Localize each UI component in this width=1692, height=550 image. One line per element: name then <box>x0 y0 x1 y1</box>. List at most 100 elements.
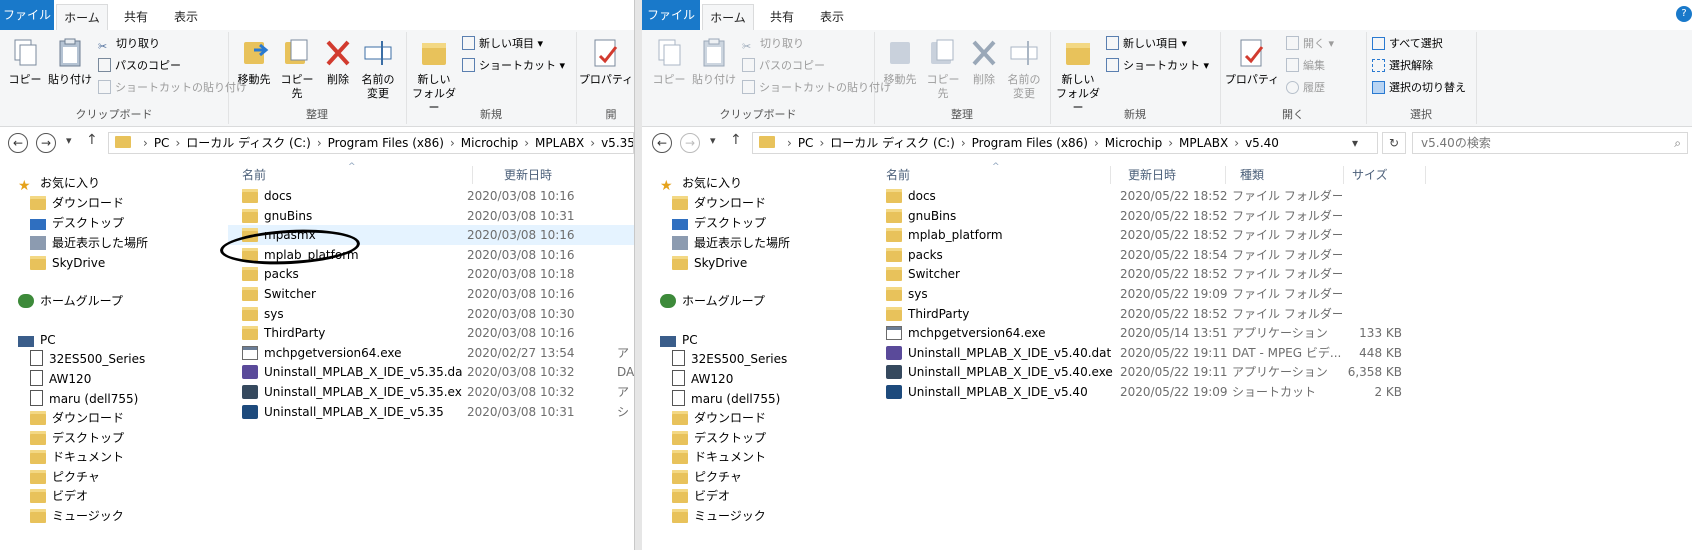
paste-button[interactable]: 貼り付け <box>46 36 94 87</box>
nav-downloads[interactable]: ダウンロード <box>672 193 766 213</box>
file-row[interactable]: Uninstall_MPLAB_X_IDE_v5.40.dat 2020/05/2… <box>870 343 1430 363</box>
nav-music[interactable]: ミュージック <box>30 506 124 526</box>
copy-button[interactable]: コピー <box>4 36 46 87</box>
paste-shortcut-button[interactable]: ショートカットの貼り付け <box>742 78 891 98</box>
nav-desktop[interactable]: デスクトップ <box>30 213 124 233</box>
column-name[interactable]: 名前 <box>886 164 910 186</box>
nav-desktop[interactable]: デスクトップ <box>672 213 766 233</box>
column-separator[interactable] <box>1425 166 1426 184</box>
file-row[interactable]: Switcher 2020/05/22 18:52 ファイル フォルダー <box>870 264 1430 284</box>
file-row[interactable]: gnuBins 2020/03/08 10:31 <box>228 206 634 226</box>
delete-button[interactable]: 削除 <box>320 36 356 87</box>
file-row[interactable]: mchpgetversion64.exe 2020/02/27 13:54 ア <box>228 343 634 363</box>
nav-skydrive[interactable]: SkyDrive <box>30 253 105 273</box>
column-type[interactable]: 種類 <box>1240 164 1264 186</box>
back-button[interactable]: ← <box>652 133 672 153</box>
up-arrow-icon[interactable]: ↑ <box>730 132 742 148</box>
nav-pictures[interactable]: ピクチャ <box>30 467 100 487</box>
nav-downloads[interactable]: ダウンロード <box>30 193 124 213</box>
select-none-button[interactable]: 選択解除 <box>1372 56 1433 76</box>
delete-button[interactable]: 削除 <box>966 36 1002 87</box>
column-separator[interactable] <box>1343 166 1344 184</box>
open-button[interactable]: 開く ▾ <box>1286 34 1334 54</box>
edit-button[interactable]: 編集 <box>1286 56 1325 76</box>
copy-to-button[interactable]: コピー先 <box>922 36 964 101</box>
search-input[interactable]: v5.40の検索 ⌕ <box>1412 132 1688 154</box>
help-icon[interactable]: ? <box>1676 6 1692 22</box>
file-row[interactable]: Uninstall_MPLAB_X_IDE_v5.35 2020/03/08 10… <box>228 402 634 422</box>
file-row[interactable]: gnuBins 2020/05/22 18:52 ファイル フォルダー <box>870 206 1430 226</box>
file-row[interactable]: packs 2020/03/08 10:18 <box>228 264 634 284</box>
up-arrow-icon[interactable]: ↑ <box>86 132 98 148</box>
breadcrumb-item[interactable]: MPLABX <box>1179 136 1228 150</box>
nav-device-3[interactable]: maru (dell755) <box>30 389 138 409</box>
rename-button[interactable]: 名前の 変更 <box>1002 36 1046 101</box>
nav-pc-downloads[interactable]: ダウンロード <box>30 408 124 428</box>
tab-share[interactable]: 共有 <box>762 4 802 30</box>
address-dropdown-icon[interactable]: ▾ <box>1352 136 1358 150</box>
nav-device-1[interactable]: 32ES500_Series <box>30 349 145 369</box>
nav-recent[interactable]: 最近表示した場所 <box>672 233 790 253</box>
nav-device-2[interactable]: AW120 <box>30 369 91 389</box>
copy-to-button[interactable]: コピー先 <box>276 36 318 101</box>
paste-button[interactable]: 貼り付け <box>690 36 738 87</box>
nav-documents[interactable]: ドキュメント <box>672 447 766 467</box>
tab-share[interactable]: 共有 <box>116 4 156 30</box>
nav-videos[interactable]: ビデオ <box>672 486 730 506</box>
tab-file[interactable]: ファイル <box>0 0 54 30</box>
column-separator[interactable] <box>472 166 473 184</box>
nav-device-3[interactable]: maru (dell755) <box>672 389 780 409</box>
file-row[interactable]: docs 2020/03/08 10:16 <box>228 186 634 206</box>
move-to-button[interactable]: 移動先 <box>880 36 920 87</box>
history-button[interactable]: 履歴 <box>1286 78 1325 98</box>
paste-shortcut-button[interactable]: ショートカットの貼り付け <box>98 78 247 98</box>
nav-homegroup[interactable]: ホームグループ <box>660 291 765 311</box>
address-breadcrumb[interactable]: › PC › ローカル ディスク (C:) › Program Files (x86) › M… <box>108 132 634 154</box>
new-folder-button[interactable]: 新しい フォルダー <box>1054 36 1102 115</box>
nav-skydrive[interactable]: SkyDrive <box>672 253 747 273</box>
cut-button[interactable]: ✂ 切り取り <box>742 34 804 54</box>
nav-pc-desktop[interactable]: デスクトップ <box>30 428 124 448</box>
recent-locations-icon[interactable]: ▾ <box>710 134 716 147</box>
breadcrumb-item[interactable]: Program Files (x86) <box>328 136 444 150</box>
tab-file[interactable]: ファイル <box>642 0 700 30</box>
nav-videos[interactable]: ビデオ <box>30 486 88 506</box>
nav-music[interactable]: ミュージック <box>672 506 766 526</box>
forward-button[interactable]: → <box>680 133 700 153</box>
file-row[interactable]: Uninstall_MPLAB_X_IDE_v5.40.exe 2020/05/2… <box>870 362 1430 382</box>
address-breadcrumb[interactable]: › PC › ローカル ディスク (C:) › Program Files (x86) › M… <box>752 132 1378 154</box>
new-folder-button[interactable]: 新しい フォルダー <box>410 36 458 115</box>
breadcrumb-item[interactable]: v5.40 <box>1245 136 1279 150</box>
nav-device-2[interactable]: AW120 <box>672 369 733 389</box>
file-row[interactable]: ThirdParty 2020/05/22 18:52 ファイル フォルダー <box>870 304 1430 324</box>
move-to-button[interactable]: 移動先 <box>234 36 274 87</box>
tab-view[interactable]: 表示 <box>812 4 852 30</box>
column-modified[interactable]: 更新日時 <box>504 164 552 186</box>
properties-button[interactable]: プロパティ <box>578 36 634 87</box>
nav-pc-downloads[interactable]: ダウンロード <box>672 408 766 428</box>
properties-button[interactable]: プロパティ <box>1222 36 1282 87</box>
new-item-button[interactable]: 新しい項目 ▾ <box>462 34 543 54</box>
breadcrumb-item[interactable]: ローカル ディスク (C:) <box>830 136 955 150</box>
nav-pc-desktop[interactable]: デスクトップ <box>672 428 766 448</box>
copy-button[interactable]: コピー <box>648 36 690 87</box>
breadcrumb-item[interactable]: ローカル ディスク (C:) <box>186 136 311 150</box>
nav-pc[interactable]: PC <box>18 330 56 350</box>
file-row[interactable]: Switcher 2020/03/08 10:16 <box>228 284 634 304</box>
new-item-button[interactable]: 新しい項目 ▾ <box>1106 34 1187 54</box>
nav-recent[interactable]: 最近表示した場所 <box>30 233 148 253</box>
nav-pictures[interactable]: ピクチャ <box>672 467 742 487</box>
column-size[interactable]: サイズ <box>1352 164 1388 186</box>
file-row[interactable]: packs 2020/05/22 18:54 ファイル フォルダー <box>870 245 1430 265</box>
nav-device-1[interactable]: 32ES500_Series <box>672 349 787 369</box>
file-row[interactable]: mchpgetversion64.exe 2020/05/14 13:51 アプリケ… <box>870 323 1430 343</box>
column-modified[interactable]: 更新日時 <box>1128 164 1176 186</box>
back-button[interactable]: ← <box>8 133 28 153</box>
breadcrumb-item[interactable]: PC <box>154 136 170 150</box>
cut-button[interactable]: ✂ 切り取り <box>98 34 160 54</box>
nav-favorites[interactable]: ★ お気に入り <box>660 173 742 193</box>
file-row[interactable]: Uninstall_MPLAB_X_IDE_v5.35.exe 2020/03/0… <box>228 382 634 402</box>
file-row[interactable]: Uninstall_MPLAB_X_IDE_v5.35.dat 2020/03/0… <box>228 362 634 382</box>
breadcrumb-item[interactable]: v5.35 <box>601 136 633 150</box>
select-all-button[interactable]: すべて選択 <box>1372 34 1443 54</box>
